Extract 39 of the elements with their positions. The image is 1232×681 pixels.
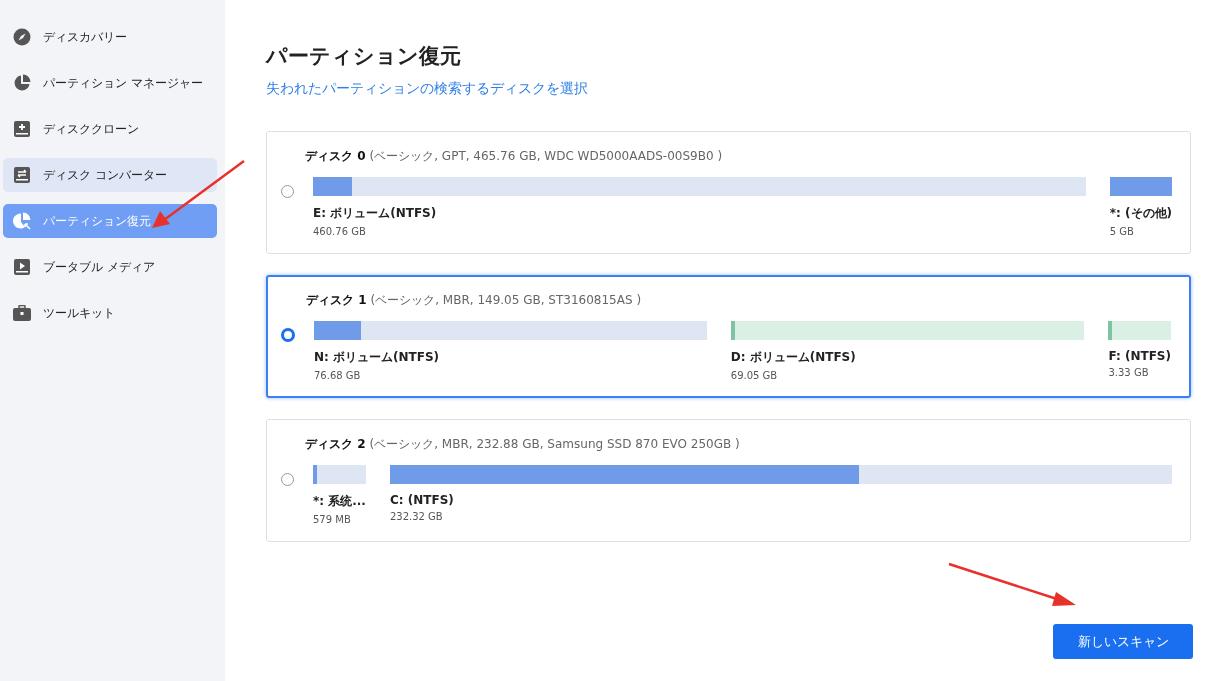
new-scan-button[interactable]: 新しいスキャン bbox=[1053, 624, 1193, 659]
partition-size: 579 MB bbox=[313, 514, 352, 525]
partition-label: *: 系统... bbox=[313, 493, 366, 510]
disk-heading: ディスク 2 (ベーシック, MBR, 232.88 GB, Samsung SSD 870 EVO 250GB ) bbox=[305, 436, 741, 453]
disk-card[interactable]: ディスク 0 (ベーシック, GPT, 465.76 GB, WDC WD5000AADS-00S9B0 ) E: ボリューム(NTFS) 460.76 GB *: (その他) 5 GB bbox=[266, 131, 1191, 254]
disk-heading: ディスク 0 (ベーシック, GPT, 465.76 GB, WDC WD5000AADS-00S9B0 ) bbox=[305, 148, 724, 165]
partition-size: 232.32 GB bbox=[389, 511, 444, 522]
disk-card[interactable]: ディスク 2 (ベーシック, MBR, 232.88 GB, Samsung SSD 870 EVO 250GB ) *: 系统... 579 MB C: (NTFS) 232.32 GB bbox=[266, 419, 1191, 542]
partition-size: 69.05 GB bbox=[730, 370, 779, 381]
sidebar-item[interactable]: ディスカバリー bbox=[3, 20, 217, 54]
partition-label: C: (NTFS) bbox=[389, 493, 455, 507]
disk-plus-icon bbox=[13, 120, 31, 138]
page-title: パーティション復元 bbox=[266, 43, 462, 70]
disk-heading: ディスク 1 (ベーシック, MBR, 149.05 GB, ST3160815AS ) bbox=[306, 292, 643, 309]
sidebar-item[interactable]: ディスク コンバーター bbox=[3, 158, 217, 192]
partition-size: 3.33 GB bbox=[1108, 367, 1150, 378]
disk-card[interactable]: ディスク 1 (ベーシック, MBR, 149.05 GB, ST3160815AS ) N: ボリューム(NTFS) 76.68 GB D: ボリューム(NTFS) 69.05 GB F: (NTFS) 3.33 GB bbox=[266, 275, 1191, 398]
partition-label: E: ボリューム(NTFS) bbox=[313, 205, 438, 222]
pie-chart-icon bbox=[13, 74, 31, 92]
sidebar-item[interactable]: ツールキット bbox=[3, 296, 217, 330]
media-play-icon bbox=[13, 258, 31, 276]
radio-button[interactable] bbox=[281, 472, 294, 486]
sidebar-item[interactable]: パーティション マネージャー bbox=[3, 66, 217, 100]
radio-button[interactable] bbox=[281, 184, 294, 198]
page-subtitle: 失われたパーティションの検索するディスクを選択 bbox=[266, 80, 589, 98]
partition-label: N: ボリューム(NTFS) bbox=[314, 349, 441, 366]
sidebar-item[interactable]: ブータブル メディア bbox=[3, 250, 217, 284]
pie-recover-icon bbox=[13, 212, 31, 230]
partition-label: D: ボリューム(NTFS) bbox=[730, 349, 857, 366]
sidebar-item[interactable]: ディスククローン bbox=[3, 112, 217, 146]
partition-size: 460.76 GB bbox=[313, 226, 367, 237]
compass-icon bbox=[13, 28, 31, 46]
partition-label: *: (その他) bbox=[1109, 205, 1172, 222]
partition-size: 5 GB bbox=[1109, 226, 1135, 237]
partition-size: 76.68 GB bbox=[314, 370, 362, 381]
disk-arrows-icon bbox=[13, 166, 31, 184]
toolbox-icon bbox=[13, 305, 31, 321]
radio-button[interactable] bbox=[281, 328, 295, 342]
partition-label: F: (NTFS) bbox=[1108, 349, 1171, 363]
